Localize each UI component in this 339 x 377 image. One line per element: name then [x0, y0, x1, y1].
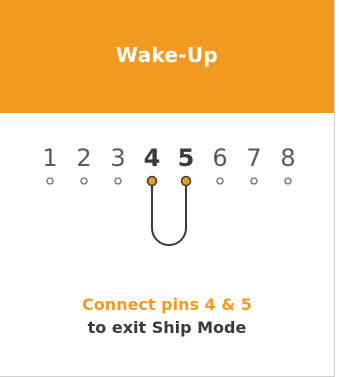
- pin-dot-8: [284, 177, 292, 185]
- instruction-caption: Connect pins 4 & 5 to exit Ship Mode: [0, 293, 334, 339]
- pin-dot-6: [216, 177, 224, 185]
- pin-label-7: 7: [246, 144, 261, 172]
- pin-label-2: 2: [76, 144, 91, 172]
- instruction-line-1: Connect pins 4 & 5: [82, 295, 252, 314]
- pin-dot-4: [146, 175, 158, 187]
- pin-label-4: 4: [144, 144, 161, 172]
- pin-label-5: 5: [178, 144, 195, 172]
- header-banner: Wake-Up: [0, 0, 334, 113]
- pin-dot-5: [180, 175, 192, 187]
- instruction-line-2: to exit Ship Mode: [87, 318, 247, 337]
- pin-label-6: 6: [212, 144, 227, 172]
- pin-label-3: 3: [110, 144, 125, 172]
- wake-up-card: Wake-Up 12345678 Connect pins 4 & 5 to e…: [0, 0, 335, 377]
- jumper-wire: [151, 181, 187, 246]
- pin-label-1: 1: [42, 144, 57, 172]
- pin-dot-3: [114, 177, 122, 185]
- pin-dot-7: [250, 177, 258, 185]
- pin-diagram-svg: 12345678: [42, 144, 296, 246]
- pin-diagram: 12345678: [0, 113, 334, 263]
- header-title: Wake-Up: [115, 42, 219, 67]
- pin-dot-1: [46, 177, 54, 185]
- pin-label-8: 8: [280, 144, 295, 172]
- pin-dot-2: [80, 177, 88, 185]
